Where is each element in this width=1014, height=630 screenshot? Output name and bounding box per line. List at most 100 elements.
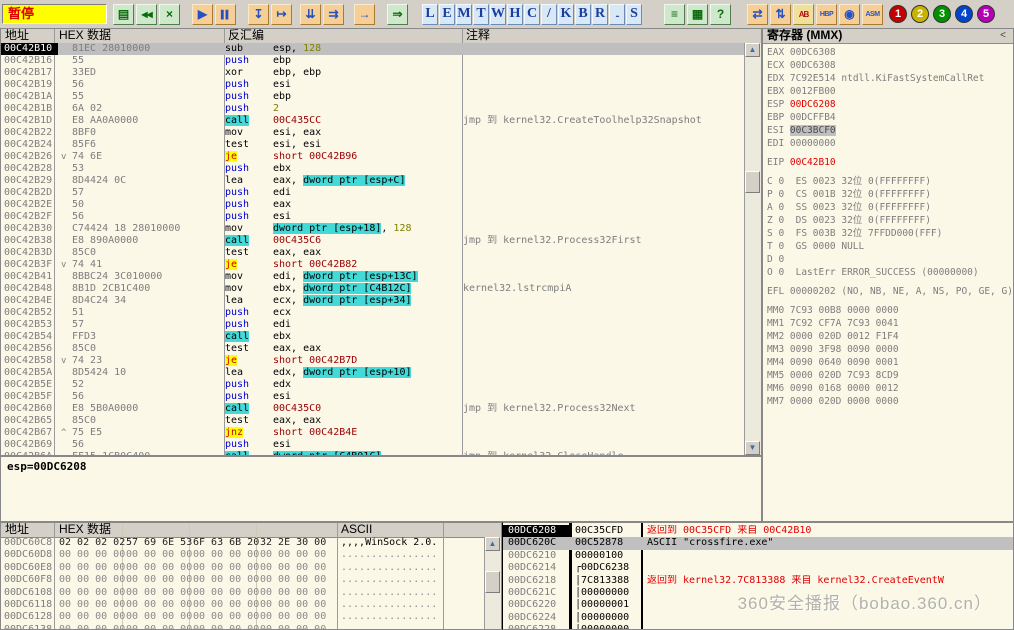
windows-list-button[interactable]: W <box>490 4 506 25</box>
disasm-row[interactable]: 00C42B5F56pushesi <box>1 391 745 403</box>
disasm-row[interactable]: 00C42B67^75 E5jnzshort 00C42B4E <box>1 427 745 439</box>
disasm-row[interactable]: 00C42B1956pushesi <box>1 79 745 91</box>
dump-row[interactable]: 00DC60E800 00 00 0000 00 00 0000 00 00 0… <box>1 562 485 574</box>
close-button[interactable]: × <box>159 4 180 25</box>
plugin-asm-button[interactable]: ASM <box>862 4 883 25</box>
disasm-row[interactable]: 00C42B418BBC24 3C010000movedi, dword ptr… <box>1 271 745 283</box>
breakpoint-5-button[interactable]: 5 <box>977 5 995 23</box>
register-line[interactable]: MM4 0090 0640 0090 0001 <box>767 356 1012 369</box>
dump-row[interactable]: 00DC60C802 02 02 0257 69 6E 536F 63 6B 2… <box>1 537 485 549</box>
disasm-row[interactable]: 00C42B6AFF15 1CB0C400calldword ptr [C4B0… <box>1 451 745 455</box>
plugin-jump-swap-button[interactable]: ⇄ <box>747 4 768 25</box>
register-line[interactable]: D 0 <box>767 253 1012 266</box>
breakpoint-4-button[interactable]: 4 <box>955 5 973 23</box>
register-line[interactable]: P 0 CS 001B 32位 0(FFFFFFFF) <box>767 188 1012 201</box>
breakpoint-3-button[interactable]: 3 <box>933 5 951 23</box>
step-into-button[interactable]: ↧ <box>248 4 269 25</box>
register-line[interactable]: MM1 7C92 CF7A 7C93 0041 <box>767 317 1012 330</box>
register-line[interactable]: MM6 0090 0168 0000 0012 <box>767 382 1012 395</box>
threads-window-button[interactable]: T <box>473 4 489 25</box>
dump-row[interactable]: 00DC610800 00 00 0000 00 00 0000 00 00 0… <box>1 587 485 599</box>
register-line[interactable]: T 0 GS 0000 NULL <box>767 240 1012 253</box>
register-line[interactable]: MM2 0000 020D 0012 F1F4 <box>767 330 1012 343</box>
disasm-row[interactable]: 00C42B38E8 890A0000call00C435C6jmp 到 ker… <box>1 235 745 247</box>
execute-till-return-button[interactable]: → <box>354 4 375 25</box>
disasm-row[interactable]: 00C42B228BF0movesi, eax <box>1 127 745 139</box>
breakpoint-2-button[interactable]: 2 <box>911 5 929 23</box>
disasm-row[interactable]: 00C42B4E8D4C24 34leaecx, dword ptr [esp+… <box>1 295 745 307</box>
disasm-row[interactable]: 00C42B1655pushebp <box>1 55 745 67</box>
animate-over-button[interactable]: ⇉ <box>323 4 344 25</box>
plugin-ab-button[interactable]: AB <box>793 4 814 25</box>
stack-row[interactable]: 00DC621000000100 <box>503 550 1013 562</box>
stack-row[interactable]: 00DC620C00C52878ASCII "crossfire.exe" <box>503 537 1013 549</box>
disasm-row[interactable]: 00C42B54FFD3callebx <box>1 331 745 343</box>
dump-row[interactable]: 00DC612800 00 00 0000 00 00 0000 00 00 0… <box>1 611 485 623</box>
disasm-row[interactable]: 00C42B5A8D5424 10leaedx, dword ptr [esp+… <box>1 367 745 379</box>
disasm-row[interactable]: 00C42B6956pushesi <box>1 439 745 451</box>
register-line[interactable]: MM0 7C93 00B8 0000 0000 <box>767 304 1012 317</box>
disasm-row[interactable]: 00C42B2D57pushedi <box>1 187 745 199</box>
register-line[interactable]: EDX 7C92E514 ntdll.KiFastSystemCallRet <box>767 72 1012 85</box>
register-line[interactable]: A 0 SS 0023 32位 0(FFFFFFFF) <box>767 201 1012 214</box>
register-line[interactable]: MM5 0000 020D 7C93 8CD9 <box>767 369 1012 382</box>
disasm-row[interactable]: 00C42B5251pushecx <box>1 307 745 319</box>
plugin-updown-button[interactable]: ⇅ <box>770 4 791 25</box>
disasm-row[interactable]: 00C42B1081EC 28010000subesp, 128 <box>1 43 745 55</box>
register-line[interactable]: EAX 00DC6308 <box>767 46 1012 59</box>
stack-row[interactable]: 00DC6218│7C813388返回到 kernel32.7C813388 来… <box>503 575 1013 587</box>
register-line[interactable]: EIP 00C42B10 <box>767 156 1012 169</box>
disasm-row[interactable]: 00C42B298D4424 0Cleaeax, dword ptr [esp+… <box>1 175 745 187</box>
log-options-button[interactable]: ≡ <box>664 4 685 25</box>
register-line[interactable]: S 0 FS 003B 32位 7FFDD000(FFF) <box>767 227 1012 240</box>
disasm-row[interactable]: 00C42B3Fv74 41jeshort 00C42B82 <box>1 259 745 271</box>
register-line[interactable]: O 0 LastErr ERROR_SUCCESS (00000000) <box>767 266 1012 279</box>
stack-row[interactable]: 00DC6228│00000000 <box>503 624 1013 629</box>
register-line[interactable]: Z 0 DS 0023 32位 0(FFFFFFFF) <box>767 214 1012 227</box>
registers-collapse-button[interactable]: < <box>996 30 1010 42</box>
run-button[interactable]: ▶ <box>192 4 213 25</box>
dump-row[interactable]: 00DC60D800 00 00 0000 00 00 0000 00 00 0… <box>1 549 485 561</box>
stack-row[interactable]: 00DC6214┌00DC6238 <box>503 562 1013 574</box>
pause-button[interactable]: ▌▌ <box>215 4 236 25</box>
register-line[interactable]: EBX 0012FB00 <box>767 85 1012 98</box>
disasm-row[interactable]: 00C42B1A55pushebp <box>1 91 745 103</box>
register-line[interactable]: EFL 00000202 (NO, NB, NE, A, NS, PO, GE,… <box>767 285 1012 298</box>
plugin-hbp-button[interactable]: HBP <box>816 4 837 25</box>
disasm-row[interactable]: 00C42B6585C0testeax, eax <box>1 415 745 427</box>
appearance-options-button[interactable]: ▦ <box>687 4 708 25</box>
register-line[interactable]: ESP 00DC6208 <box>767 98 1012 111</box>
register-line[interactable]: MM7 0000 020D 0000 0000 <box>767 395 1012 408</box>
references-window-button[interactable]: R <box>592 4 608 25</box>
disasm-row[interactable]: 00C42B2485F6testesi, esi <box>1 139 745 151</box>
open-file-button[interactable]: ▤ <box>113 4 134 25</box>
call-stack-button[interactable]: K <box>558 4 574 25</box>
disasm-row[interactable]: 00C42B2E50pusheax <box>1 199 745 211</box>
dump-scrollbar[interactable]: ▲ <box>484 537 501 629</box>
handles-window-button[interactable]: H <box>507 4 523 25</box>
disasm-row[interactable]: 00C42B2F56pushesi <box>1 211 745 223</box>
log-window-button[interactable]: L <box>422 4 438 25</box>
disasm-row[interactable]: 00C42B5E52pushedx <box>1 379 745 391</box>
disasm-row[interactable]: 00C42B3D85C0testeax, eax <box>1 247 745 259</box>
disasm-row[interactable]: 00C42B1733EDxorebp, ebp <box>1 67 745 79</box>
disasm-row[interactable]: 00C42B5357pushedi <box>1 319 745 331</box>
scroll-up-icon[interactable]: ▲ <box>485 537 500 551</box>
disasm-row[interactable]: 00C42B26v74 6Ejeshort 00C42B96 <box>1 151 745 163</box>
patches-window-button[interactable]: / <box>541 4 557 25</box>
scroll-up-icon[interactable]: ▲ <box>745 43 760 57</box>
go-to-address-button[interactable]: ⇒ <box>387 4 408 25</box>
disasm-scrollbar[interactable]: ▲ ▼ <box>744 43 761 455</box>
dump-row[interactable]: 00DC60F800 00 00 0000 00 00 0000 00 00 0… <box>1 574 485 586</box>
run-trace-button[interactable]: ... <box>609 4 625 25</box>
breakpoints-window-button[interactable]: B <box>575 4 591 25</box>
plugin-target-button[interactable]: ◉ <box>839 4 860 25</box>
register-line[interactable]: C 0 ES 0023 32位 0(FFFFFFFF) <box>767 175 1012 188</box>
disasm-row[interactable]: 00C42B488B1D 2CB1C400movebx, dword ptr [… <box>1 283 745 295</box>
executables-window-button[interactable]: E <box>439 4 455 25</box>
help-button[interactable]: ? <box>710 4 731 25</box>
disasm-row[interactable]: 00C42B30C74424 18 28010000movdword ptr [… <box>1 223 745 235</box>
cpu-window-button[interactable]: C <box>524 4 540 25</box>
register-line[interactable]: MM3 0090 3F98 0090 0000 <box>767 343 1012 356</box>
disasm-row[interactable]: 00C42B1B6A 02push2 <box>1 103 745 115</box>
